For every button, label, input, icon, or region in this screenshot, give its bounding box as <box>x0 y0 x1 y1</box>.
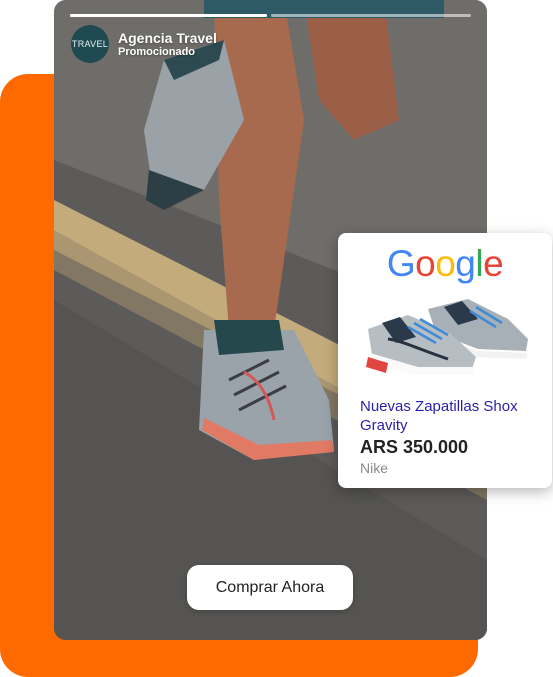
google-logo-letter: l <box>475 243 484 284</box>
story-progress-bar-1 <box>70 14 267 17</box>
google-logo-letter: o <box>435 243 456 284</box>
shoe-product-image <box>366 299 528 375</box>
story-progress-fill-1 <box>70 14 267 17</box>
google-logo-letter: o <box>415 243 436 284</box>
avatar[interactable]: TRAVEL <box>71 25 109 63</box>
google-logo-letter: G <box>386 243 416 284</box>
product-ad-card[interactable]: Google Nuevas Zapatillas Shox Gravity AR… <box>338 233 552 488</box>
google-logo: Google <box>338 243 552 285</box>
brand-name[interactable]: Agencia Travel <box>118 30 217 46</box>
google-logo-letter: g <box>455 243 476 284</box>
product-seller: Nike <box>360 460 389 476</box>
avatar-label: TRAVEL <box>71 39 109 49</box>
ad-mockup: TRAVEL Agencia Travel Promocionado Compr… <box>0 0 553 677</box>
sponsored-label: Promocionado <box>118 46 196 58</box>
story-progress-bar-2 <box>271 14 471 17</box>
google-logo-letter: e <box>483 243 504 284</box>
buy-now-button[interactable]: Comprar Ahora <box>187 565 353 610</box>
product-price: ARS 350.000 <box>360 437 469 457</box>
product-title-link[interactable]: Nuevas Zapatillas Shox Gravity <box>360 397 545 435</box>
